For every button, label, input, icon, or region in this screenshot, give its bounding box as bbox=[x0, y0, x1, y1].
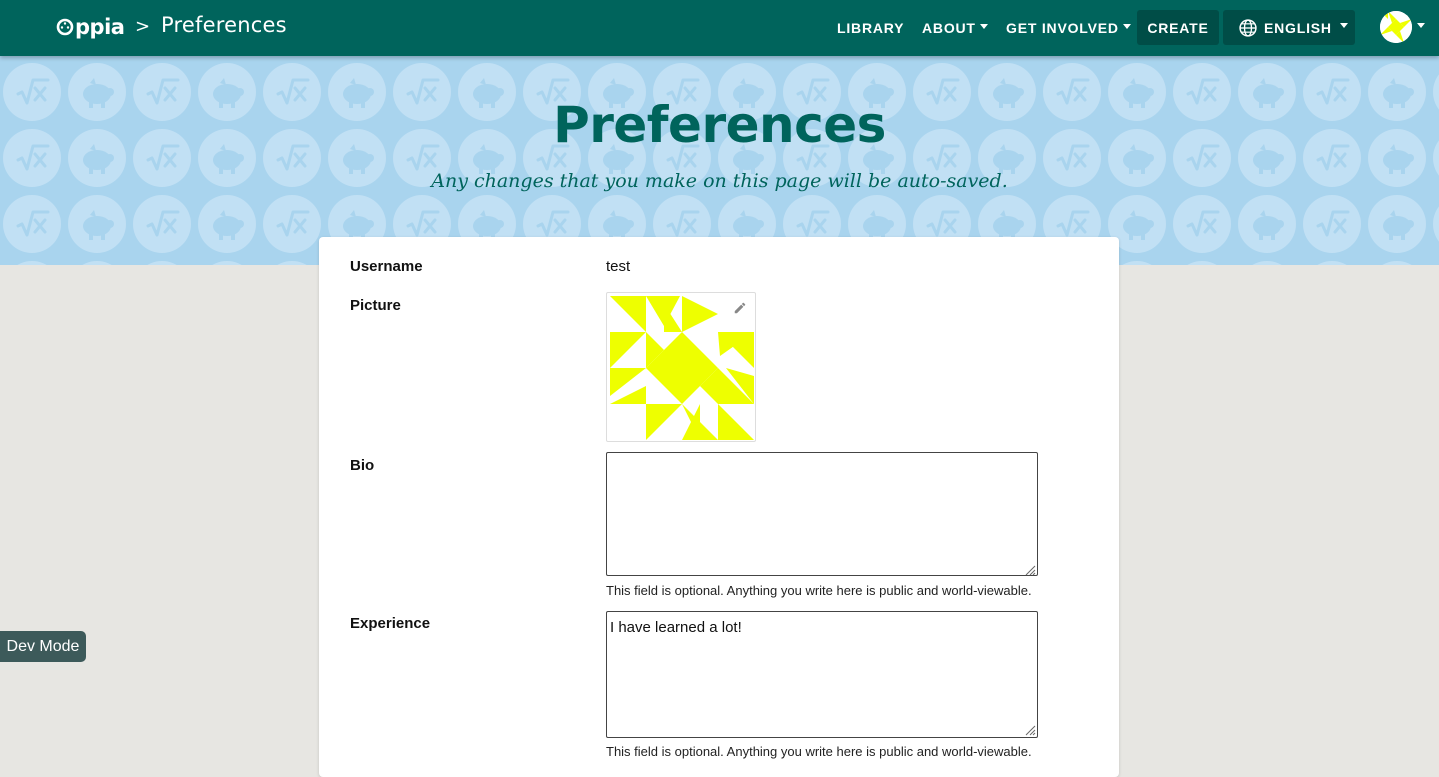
preferences-card: Username test Picture Bio This field is … bbox=[319, 237, 1119, 777]
breadcrumb-title: Preferences bbox=[161, 13, 287, 37]
pencil-icon[interactable] bbox=[733, 301, 747, 315]
username-value: test bbox=[606, 258, 631, 275]
page-subtitle: Any changes that you make on this page w… bbox=[431, 170, 1008, 192]
breadcrumb-separator: > bbox=[135, 16, 151, 37]
experience-hint: This field is optional. Anything you wri… bbox=[606, 744, 1032, 759]
nav-about-dropdown[interactable]: ABOUT bbox=[922, 0, 988, 56]
bio-label: Bio bbox=[350, 457, 375, 474]
experience-textarea[interactable]: I have learned a lot! bbox=[606, 611, 1038, 738]
resize-grip-icon[interactable] bbox=[1025, 725, 1036, 736]
language-selector[interactable]: ENGLISH bbox=[1223, 10, 1355, 45]
username-label: Username bbox=[350, 258, 423, 275]
oppia-logo[interactable]: ppia bbox=[56, 12, 125, 42]
globe-icon bbox=[1239, 18, 1257, 37]
chevron-down-icon bbox=[1417, 22, 1425, 28]
profile-picture bbox=[610, 296, 754, 440]
nav-get-involved-label: GET INVOLVED bbox=[1006, 20, 1119, 36]
bio-hint: This field is optional. Anything you wri… bbox=[606, 583, 1032, 598]
dev-mode-label: Dev Mode bbox=[6, 637, 80, 655]
create-button-label: CREATE bbox=[1147, 19, 1209, 36]
avatar bbox=[1380, 11, 1412, 43]
banner-pattern bbox=[0, 56, 1439, 265]
bio-textarea[interactable] bbox=[606, 452, 1038, 576]
resize-grip-icon[interactable] bbox=[1025, 565, 1036, 576]
top-navigation-bar: ppia > Preferences LIBRARY ABOUT GET INV… bbox=[0, 0, 1439, 56]
nav-get-involved-dropdown[interactable]: GET INVOLVED bbox=[1006, 0, 1131, 56]
page-title: Preferences bbox=[553, 96, 886, 154]
profile-dropdown[interactable] bbox=[1380, 10, 1425, 44]
chevron-down-icon bbox=[1339, 23, 1348, 28]
create-button[interactable]: CREATE bbox=[1137, 10, 1219, 45]
nav-library-link[interactable]: LIBRARY bbox=[837, 0, 904, 56]
chevron-down-icon bbox=[979, 23, 988, 29]
nav-library-label: LIBRARY bbox=[837, 20, 905, 36]
profile-picture-editor[interactable] bbox=[606, 292, 756, 442]
oppia-logo-icon bbox=[56, 18, 74, 36]
picture-label: Picture bbox=[350, 297, 401, 314]
dev-mode-badge: Dev Mode bbox=[0, 631, 86, 662]
language-label: ENGLISH bbox=[1264, 19, 1332, 36]
logo-text: ppia bbox=[75, 15, 125, 39]
page-banner bbox=[0, 56, 1439, 265]
chevron-down-icon bbox=[1122, 23, 1131, 29]
nav-about-label: ABOUT bbox=[922, 20, 976, 36]
experience-label: Experience bbox=[350, 615, 431, 632]
